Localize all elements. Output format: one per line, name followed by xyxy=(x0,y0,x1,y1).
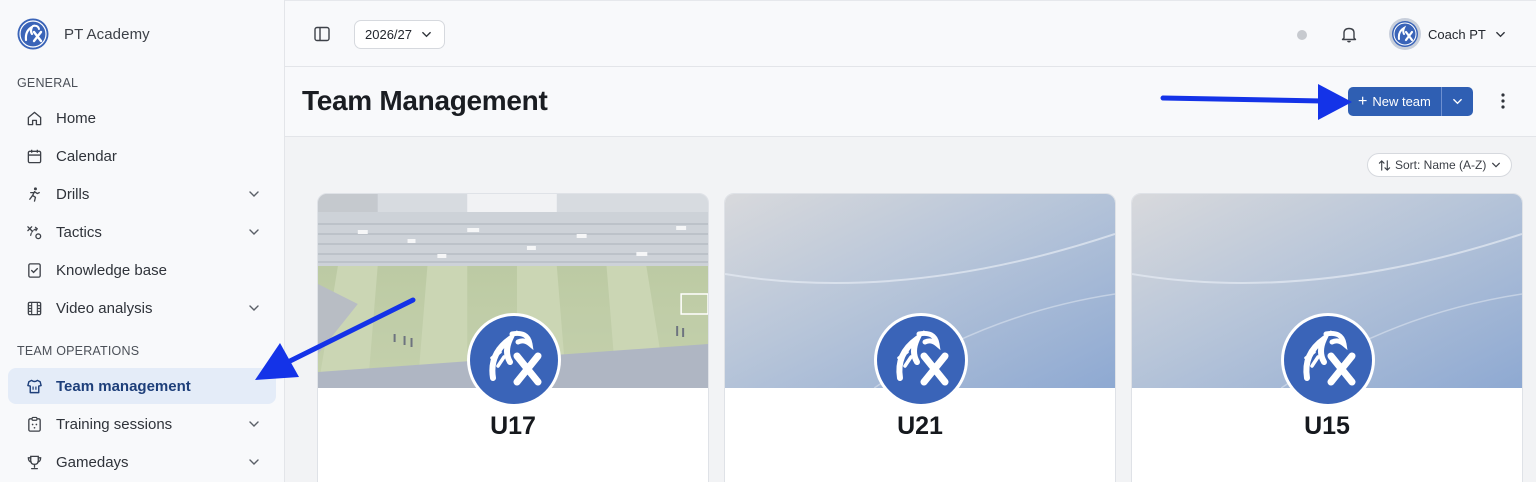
sort-button[interactable]: Sort: Name (A-Z) xyxy=(1367,153,1513,177)
sidebar-item-knowledge-base[interactable]: Knowledge base xyxy=(8,252,276,288)
sidebar-item-gamedays[interactable]: Gamedays xyxy=(8,444,276,480)
sidebar-item-training-sessions[interactable]: Training sessions xyxy=(8,406,276,442)
more-options-button[interactable] xyxy=(1497,92,1509,115)
shirt-icon xyxy=(25,377,43,395)
chevron-down-icon xyxy=(249,191,259,197)
chevron-down-icon xyxy=(422,31,431,38)
sidebar-item-team-management[interactable]: Team management xyxy=(8,368,276,404)
more-vertical-icon xyxy=(1501,93,1505,109)
academy-logo-icon xyxy=(17,18,49,50)
sidebar-item-label: Training sessions xyxy=(56,415,173,433)
top-bar: 2026/27 Coach PT xyxy=(285,0,1536,67)
user-name: Coach PT xyxy=(1428,26,1486,42)
user-menu[interactable]: Coach PT xyxy=(1389,18,1506,50)
section-label-general: GENERAL xyxy=(17,76,79,90)
team-card-u15[interactable]: U15 xyxy=(1131,193,1523,482)
sidebar-item-calendar[interactable]: Calendar xyxy=(8,138,276,174)
new-team-label: New team xyxy=(1372,94,1431,109)
chevron-down-icon xyxy=(249,421,259,427)
sidebar-item-label: Calendar xyxy=(56,147,117,165)
chevron-down-icon xyxy=(249,459,259,465)
avatar xyxy=(1389,18,1421,50)
bell-icon xyxy=(1341,27,1357,43)
chevron-down-icon xyxy=(1492,162,1501,168)
page-title: Team Management xyxy=(302,85,548,116)
clipboard-icon xyxy=(25,415,43,433)
chevron-down-icon xyxy=(1453,98,1462,105)
sidebar-item-tactics[interactable]: Tactics xyxy=(8,214,276,250)
film-icon xyxy=(25,299,43,317)
section-label-team-operations: TEAM OPERATIONS xyxy=(17,344,140,358)
notifications-button[interactable] xyxy=(1340,25,1358,48)
sort-icon xyxy=(1378,159,1391,171)
season-value: 2026/27 xyxy=(365,27,412,42)
home-icon xyxy=(25,109,43,127)
plus-icon: + xyxy=(1358,92,1368,110)
sidebar-item-label: Drills xyxy=(56,185,90,203)
team-card-u17[interactable]: U17 xyxy=(317,193,709,482)
chevron-down-icon xyxy=(1495,31,1505,37)
new-team-button[interactable]: + New team xyxy=(1348,87,1441,116)
sidebar-item-drills[interactable]: Drills xyxy=(8,176,276,212)
tactics-icon xyxy=(25,223,43,241)
knowledge-icon xyxy=(25,261,43,279)
sidebar-toggle-icon xyxy=(314,26,330,42)
team-card-u21[interactable]: U21 xyxy=(724,193,1116,482)
sidebar-item-video-analysis[interactable]: Video analysis xyxy=(8,290,276,326)
sidebar-item-label: Tactics xyxy=(56,223,102,241)
app-name: PT Academy xyxy=(64,25,150,43)
team-logo-icon xyxy=(467,313,561,407)
new-team-split-button: + New team xyxy=(1348,87,1473,116)
sidebar-item-label: Team management xyxy=(56,377,191,395)
sidebar-item-label: Home xyxy=(56,109,97,127)
trophy-icon xyxy=(25,453,43,471)
page-header: Team Management + New team xyxy=(285,67,1536,137)
running-icon xyxy=(25,185,43,203)
team-name: U17 xyxy=(490,412,536,440)
chevron-down-icon xyxy=(249,229,259,235)
sidebar: PT Academy GENERAL Home Calendar Drills … xyxy=(0,0,285,482)
team-logo-icon xyxy=(874,313,968,407)
sidebar-item-home[interactable]: Home xyxy=(8,100,276,136)
sidebar-toggle-button[interactable] xyxy=(313,25,331,48)
team-name: U21 xyxy=(897,412,943,440)
new-team-dropdown-button[interactable] xyxy=(1440,87,1473,116)
status-indicator xyxy=(1297,30,1307,40)
sidebar-item-label: Knowledge base xyxy=(56,261,167,279)
sidebar-item-label: Video analysis xyxy=(56,299,153,317)
team-logo-icon xyxy=(1281,313,1375,407)
team-name: U15 xyxy=(1304,412,1350,440)
sidebar-item-label: Gamedays xyxy=(56,453,129,471)
main-content: Sort: Name (A-Z) U17 U21 U15 xyxy=(285,137,1536,482)
calendar-icon xyxy=(25,147,43,165)
sort-label: Sort: Name (A-Z) xyxy=(1395,158,1487,172)
season-selector[interactable]: 2026/27 xyxy=(354,20,445,49)
brand[interactable]: PT Academy xyxy=(17,18,150,50)
chevron-down-icon xyxy=(249,305,259,311)
